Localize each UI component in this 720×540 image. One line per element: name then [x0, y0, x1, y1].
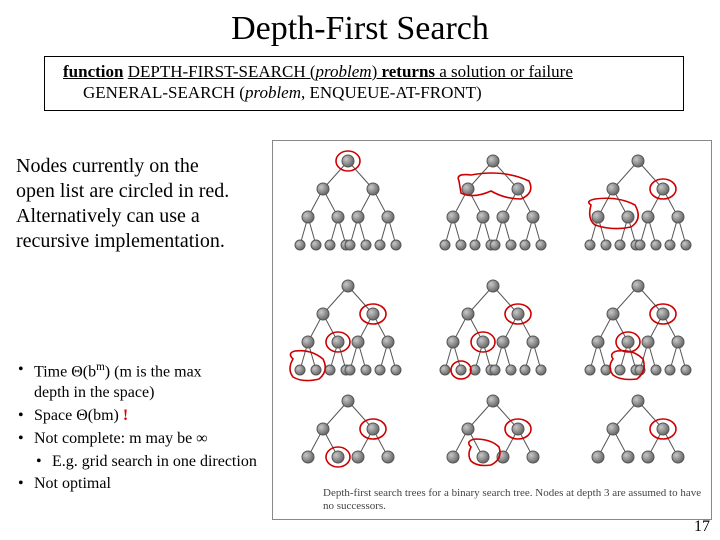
page-number: 17 [694, 518, 710, 536]
bullet-not-optimal: Not optimal [16, 474, 257, 495]
fn-open: ( [306, 62, 316, 81]
complexity-bullets: Time Θ(bm) (m is the max depth in the spa… [16, 360, 257, 497]
b4-text: Not optimal [34, 475, 111, 492]
algo-line-1: function DEPTH-FIRST-SEARCH (problem) re… [63, 61, 673, 82]
line2-arg: problem [245, 83, 301, 102]
figure-caption: Depth-first search trees for a binary se… [323, 487, 703, 513]
desc-line: Alternatively can use a [16, 204, 229, 229]
algo-line-2: GENERAL-SEARCH (problem, ENQUEUE-AT-FRON… [63, 82, 673, 103]
b3-text: Not complete: m may be ∞ [34, 430, 208, 447]
desc-line: recursive implementation. [16, 229, 229, 254]
fn-arg: problem [316, 62, 372, 81]
bullet-time: Time Θ(bm) (m is the max depth in the spa… [16, 360, 257, 404]
line2-fn: GENERAL-SEARCH ( [83, 83, 245, 102]
tree-figure: Depth-first search trees for a binary se… [272, 140, 712, 520]
line2-tail: , ENQUEUE-AT-FRONT) [301, 83, 482, 102]
b2-text: Space Θ(bm) [34, 407, 123, 424]
b3sub-text: E.g. grid search in one direction [52, 453, 257, 470]
algorithm-box: function DEPTH-FIRST-SEARCH (problem) re… [44, 56, 684, 111]
bullet-space: Space Θ(bm) ! [16, 406, 257, 427]
bang-icon: ! [123, 407, 128, 424]
kw-function: function [63, 62, 123, 81]
description-text: Nodes currently on the open list are cir… [16, 154, 229, 254]
desc-line: Nodes currently on the [16, 154, 229, 179]
b1-text: Time Θ(b [34, 363, 96, 380]
fn-close: ) [372, 62, 382, 81]
bullet-sub-grid: E.g. grid search in one direction [16, 452, 257, 473]
kw-returns: returns [382, 62, 436, 81]
b1-sup: m [96, 361, 105, 373]
fn-name: DEPTH-FIRST-SEARCH [128, 62, 306, 81]
desc-line: open list are circled in red. [16, 179, 229, 204]
tree-svg [273, 141, 713, 496]
b1-cont: depth in the space) [34, 384, 154, 401]
fn-tail: a solution or failure [435, 62, 573, 81]
b1-tail: ) (m is the max [105, 363, 202, 380]
page-title: Depth-First Search [0, 0, 720, 56]
bullet-not-complete: Not complete: m may be ∞ [16, 429, 257, 450]
